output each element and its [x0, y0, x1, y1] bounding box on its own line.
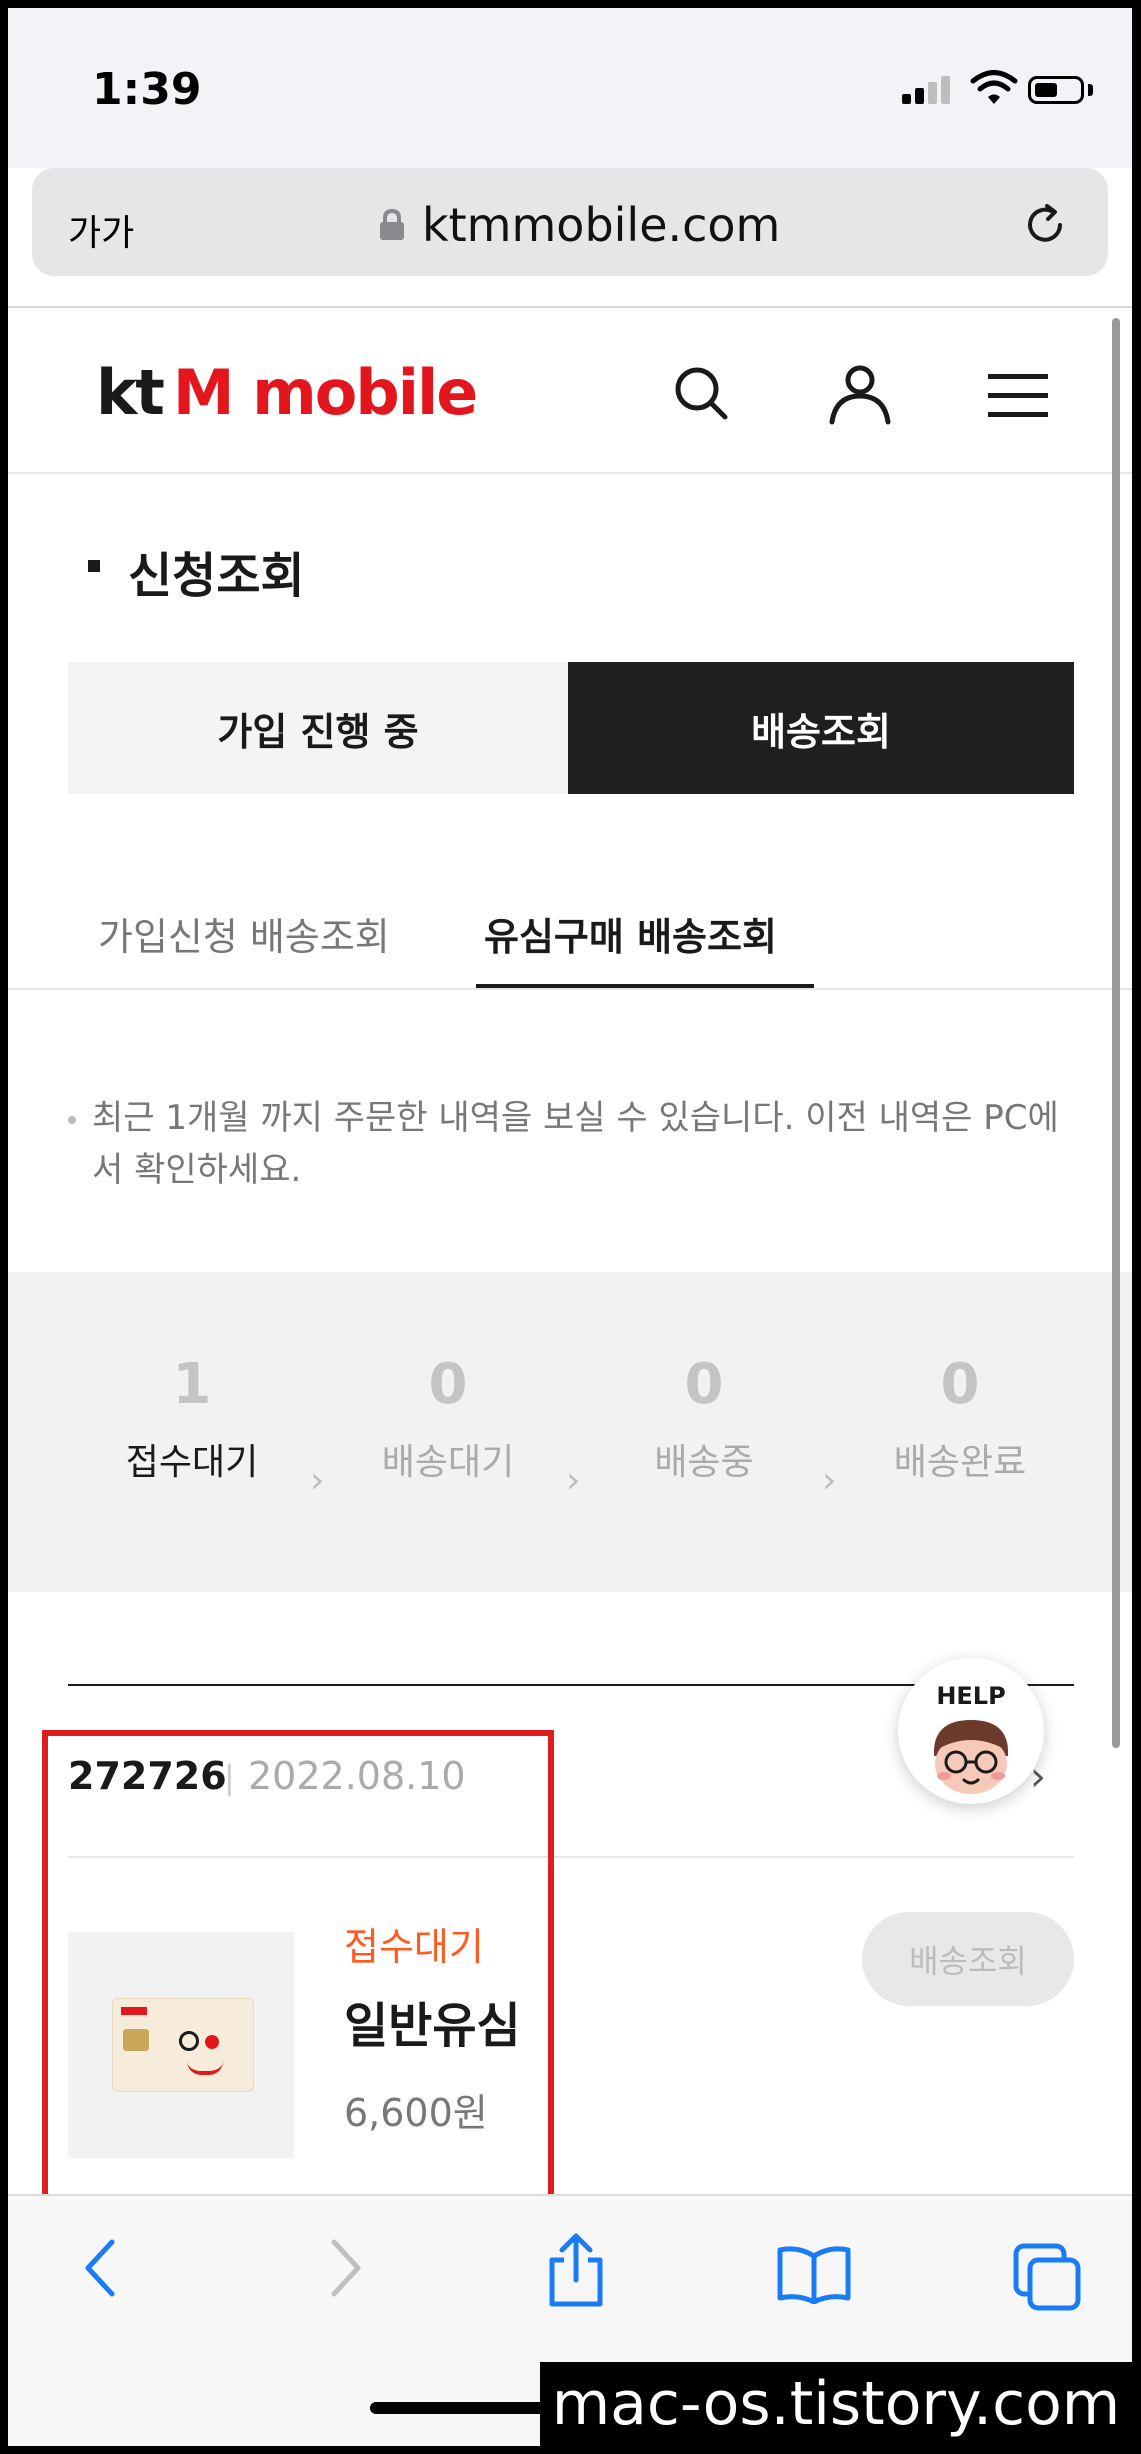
divider	[8, 306, 1132, 308]
step-delivered: 0 배송완료	[860, 1352, 1060, 1485]
step-received: 1 접수대기	[92, 1352, 292, 1485]
text-size-button[interactable]: 가가	[68, 204, 134, 256]
status-time: 1:39	[92, 64, 202, 115]
tab-delivery[interactable]: 배송조회	[568, 662, 1074, 794]
step-label: 접수대기	[125, 1442, 259, 1483]
help-avatar-icon	[933, 1720, 1009, 1794]
phone-screen: 1:39 가가 ktmmobile.com kt M mobile 신청조회 가…	[8, 8, 1132, 2446]
highlight-box	[42, 1730, 554, 2200]
bookmarks-icon[interactable]	[776, 2244, 852, 2304]
chevron-right-icon: ›	[566, 1460, 581, 1501]
tab-in-progress[interactable]: 가입 진행 중	[68, 662, 568, 794]
step-label: 배송대기	[381, 1442, 515, 1483]
active-subtab-indicator	[476, 984, 814, 988]
step-awaiting-delivery: 0 배송대기	[348, 1352, 548, 1485]
step-label: 배송중	[654, 1442, 754, 1483]
kt-mmobile-logo[interactable]: kt M mobile	[96, 356, 478, 429]
battery-cap	[1088, 84, 1093, 96]
url-text[interactable]: ktmmobile.com	[422, 198, 780, 252]
watermark: mac-os.tistory.com	[540, 2362, 1132, 2446]
step-label: 배송완료	[893, 1442, 1027, 1483]
signal-icon	[902, 76, 952, 104]
help-button[interactable]: HELP	[898, 1658, 1044, 1804]
search-icon[interactable]	[672, 364, 732, 424]
page-title: 신청조회	[128, 548, 305, 604]
title-bullet	[88, 560, 100, 572]
lock-icon	[380, 208, 404, 240]
wifi-icon	[970, 70, 1018, 104]
logo-kt: kt	[96, 356, 165, 429]
tabs-icon[interactable]	[1012, 2242, 1082, 2312]
subtab-usim-delivery[interactable]: 유심구매 배송조회	[484, 906, 777, 961]
logo-m: M	[172, 356, 235, 429]
divider	[8, 988, 1132, 990]
step-count: 0	[684, 1352, 724, 1417]
back-icon[interactable]	[78, 2236, 122, 2300]
scrollbar[interactable]	[1112, 318, 1120, 1748]
divider	[8, 472, 1132, 474]
help-label: HELP	[936, 1682, 1006, 1710]
logo-mobile: mobile	[252, 356, 478, 429]
user-icon[interactable]	[826, 364, 894, 426]
track-delivery-button[interactable]: 배송조회	[862, 1912, 1074, 2006]
menu-icon[interactable]	[986, 372, 1050, 420]
step-count: 0	[428, 1352, 468, 1417]
notice-bullet	[68, 1116, 76, 1124]
battery-icon	[1028, 76, 1084, 104]
chevron-right-icon: ›	[310, 1460, 325, 1501]
notice-text: 최근 1개월 까지 주문한 내역을 보실 수 있습니다. 이전 내역은 PC에서…	[92, 1098, 1059, 1190]
reload-icon[interactable]	[1020, 200, 1070, 250]
forward-icon[interactable]	[324, 2236, 368, 2300]
step-in-delivery: 0 배송중	[604, 1352, 804, 1485]
step-count: 1	[172, 1352, 212, 1417]
share-icon[interactable]	[544, 2230, 608, 2310]
subtab-signup-delivery[interactable]: 가입신청 배송조회	[98, 906, 390, 961]
step-count: 0	[940, 1352, 980, 1417]
chevron-right-icon: ›	[822, 1460, 837, 1501]
